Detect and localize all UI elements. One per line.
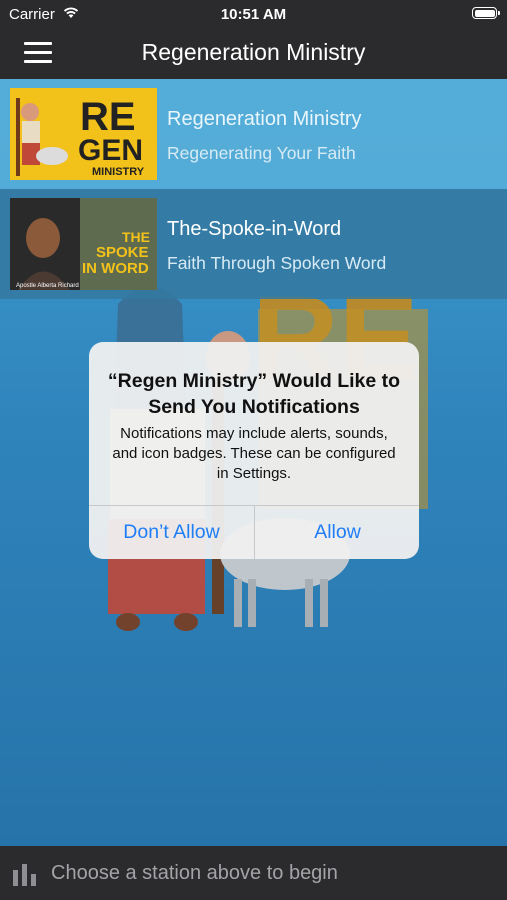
- logo-ministry-text: MINISTRY: [92, 166, 145, 178]
- page-title: Regeneration Ministry: [141, 39, 366, 65]
- logo-spoke-text: SPOKE: [96, 244, 149, 261]
- alert-title: “Regen Ministry” Would Like to Send You …: [107, 370, 401, 418]
- logo-caption-text: Apostle Alberta Richard: [16, 283, 79, 289]
- player-status-text: Choose a station above to begin: [51, 862, 338, 884]
- logo-the-text: THE: [122, 229, 150, 245]
- station-name: The-Spoke-in-Word: [167, 218, 342, 240]
- dont-allow-button[interactable]: Don’t Allow: [89, 506, 254, 559]
- battery-icon: [472, 7, 500, 19]
- station-subtitle: Regenerating Your Faith: [167, 143, 356, 163]
- station-row-spoke-in-word[interactable]: THE SPOKE IN WORD Apostle Alberta Richar…: [0, 189, 507, 299]
- clock: 10:51 AM: [220, 6, 287, 23]
- navigation-bar: Regeneration Ministry: [0, 28, 507, 79]
- logo-in-word-text: IN WORD: [82, 260, 149, 277]
- regen-ministry-logo: RE GEN MINISTRY: [10, 88, 157, 180]
- station-name: Regeneration Ministry: [167, 108, 362, 130]
- status-bar: Carrier 10:51 AM: [0, 0, 507, 28]
- player-bar: Choose a station above to begin: [0, 846, 507, 900]
- station-row-regeneration-ministry[interactable]: RE GEN MINISTRY Regeneration Ministry Re…: [0, 79, 507, 189]
- station-subtitle: Faith Through Spoken Word: [167, 253, 387, 273]
- spoke-in-word-logo: THE SPOKE IN WORD Apostle Alberta Richar…: [10, 198, 157, 290]
- logo-re-text: RE: [80, 95, 136, 139]
- logo-gen-text: GEN: [78, 134, 143, 167]
- alert-message: Notifications may include alerts, sounds…: [112, 425, 396, 482]
- equalizer-icon: [12, 862, 38, 891]
- allow-button[interactable]: Allow: [255, 506, 419, 559]
- notification-permission-alert: “Regen Ministry” Would Like to Send You …: [89, 342, 419, 559]
